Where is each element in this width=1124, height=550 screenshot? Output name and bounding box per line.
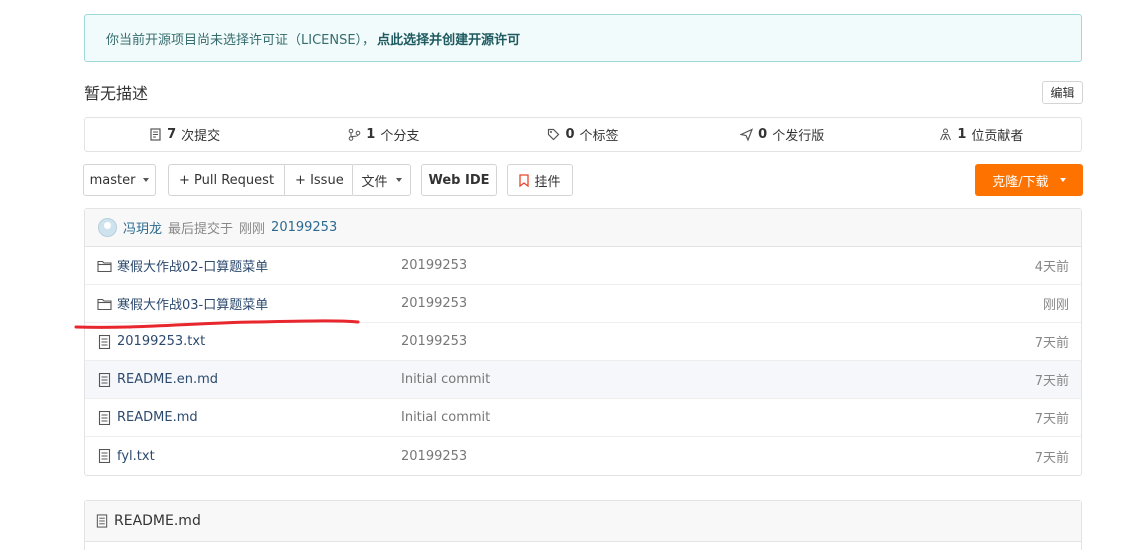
- file-icon: [98, 335, 111, 349]
- readme-header: README.md: [85, 501, 1081, 542]
- stat-branches[interactable]: 1 个分支: [284, 125, 483, 144]
- annotation-underline: [74, 319, 360, 329]
- stat-contributors-label: 位贡献者: [971, 129, 1024, 144]
- edit-description-button[interactable]: 编辑: [1042, 81, 1083, 104]
- contributors-icon: [940, 128, 952, 141]
- commit-time: 刚刚: [239, 222, 266, 237]
- stat-releases-label: 个发行版: [772, 129, 825, 144]
- stat-commits-label: 次提交: [181, 129, 221, 144]
- stat-tags-count: 0: [565, 127, 575, 142]
- file-commit-message[interactable]: Initial commit: [401, 410, 490, 425]
- file-menu-label: 文件: [361, 174, 388, 190]
- file-icon: [98, 411, 111, 425]
- avatar[interactable]: [98, 218, 117, 237]
- stat-releases[interactable]: 0 个发行版: [683, 125, 882, 144]
- file-name[interactable]: 寒假大作战02-口算题菜单: [117, 256, 268, 275]
- branch-select[interactable]: master: [83, 164, 156, 196]
- file-list: 冯玥龙 最后提交于 刚刚 20199253 寒假大作战02-口算题菜单 2019…: [84, 208, 1082, 476]
- file-name[interactable]: README.md: [117, 410, 198, 425]
- stat-releases-count: 0: [758, 127, 768, 142]
- new-pull-request-button[interactable]: + Pull Request: [169, 165, 284, 195]
- latest-commit: 冯玥龙 最后提交于 刚刚 20199253: [85, 209, 1081, 247]
- file-row[interactable]: README.md Initial commit 7天前: [85, 399, 1081, 437]
- file-name[interactable]: 寒假大作战03-口算题菜单: [117, 294, 268, 313]
- file-commit-message[interactable]: 20199253: [401, 449, 467, 464]
- file-commit-time: 刚刚: [1042, 298, 1069, 313]
- file-commit-time: 7天前: [1034, 450, 1069, 466]
- file-commit-message[interactable]: 20199253: [401, 296, 467, 311]
- file-row[interactable]: README.en.md Initial commit 7天前: [85, 361, 1081, 399]
- branch-icon: [348, 128, 361, 141]
- commit-icon: [150, 128, 161, 141]
- stat-commits[interactable]: 7 次提交: [85, 125, 284, 144]
- commit-author[interactable]: 冯玥龙: [123, 218, 162, 237]
- release-icon: [740, 128, 754, 141]
- file-commit-time: 7天前: [1034, 412, 1069, 427]
- folder-icon: [97, 298, 112, 311]
- file-commit-time: 7天前: [1034, 374, 1069, 389]
- file-commit-time: 4天前: [1034, 260, 1069, 275]
- chevron-down-icon: [395, 178, 402, 182]
- readme-panel: README.md: [84, 500, 1082, 550]
- readme-title: README.md: [114, 513, 201, 529]
- folder-icon: [97, 260, 112, 273]
- file-icon: [98, 449, 111, 463]
- widget-label: 挂件: [534, 174, 561, 190]
- stat-contributors-count: 1: [957, 127, 967, 142]
- commit-message[interactable]: 20199253: [271, 220, 337, 235]
- license-notice: 你当前开源项目尚未选择许可证（LICENSE）， 点此选择并创建开源许可: [84, 14, 1082, 62]
- file-row[interactable]: 寒假大作战02-口算题菜单 20199253 4天前: [85, 247, 1081, 285]
- clone-download-label: 克隆/下载: [992, 174, 1049, 190]
- repo-stats-bar: 7 次提交 1 个分支 0 个标签 0 个发行版 1 位贡献者: [84, 117, 1082, 152]
- file-commit-message[interactable]: 20199253: [401, 334, 467, 349]
- stat-commits-count: 7: [167, 127, 177, 142]
- bookmark-icon: [519, 173, 530, 187]
- file-icon: [96, 514, 108, 528]
- license-notice-text: 你当前开源项目尚未选择许可证（LICENSE），: [106, 32, 376, 48]
- file-icon: [98, 373, 111, 387]
- chevron-down-icon: [143, 178, 150, 182]
- file-commit-message[interactable]: 20199253: [401, 258, 467, 273]
- widget-button[interactable]: 挂件: [507, 164, 573, 196]
- stat-contributors[interactable]: 1 位贡献者: [882, 125, 1081, 144]
- clone-download-button[interactable]: 克隆/下载: [975, 164, 1083, 196]
- create-license-link[interactable]: 点此选择并创建开源许可: [377, 29, 520, 48]
- stat-tags-label: 个标签: [579, 129, 619, 144]
- file-row[interactable]: fyl.txt 20199253 7天前: [85, 437, 1081, 475]
- tag-icon: [548, 128, 560, 141]
- stat-branches-label: 个分支: [380, 129, 420, 144]
- file-menu-button[interactable]: 文件: [352, 164, 411, 196]
- web-ide-button[interactable]: Web IDE: [421, 164, 497, 196]
- stat-tags[interactable]: 0 个标签: [483, 125, 682, 144]
- stat-branches-count: 1: [366, 127, 376, 142]
- file-commit-time: 7天前: [1034, 336, 1069, 351]
- chevron-down-icon: [1059, 178, 1066, 182]
- pr-issue-group: + Pull Request + Issue: [168, 164, 355, 196]
- new-issue-button[interactable]: + Issue: [284, 165, 354, 195]
- repo-description: 暂无描述: [84, 84, 149, 103]
- file-name[interactable]: 20199253.txt: [117, 334, 205, 349]
- commit-meta: 最后提交于: [168, 222, 234, 237]
- branch-select-label: master: [89, 172, 136, 188]
- file-commit-message[interactable]: Initial commit: [401, 372, 490, 387]
- file-name[interactable]: fyl.txt: [117, 449, 155, 464]
- repo-toolbar: master + Pull Request + Issue 文件 Web IDE…: [0, 164, 1124, 196]
- file-name[interactable]: README.en.md: [117, 372, 218, 387]
